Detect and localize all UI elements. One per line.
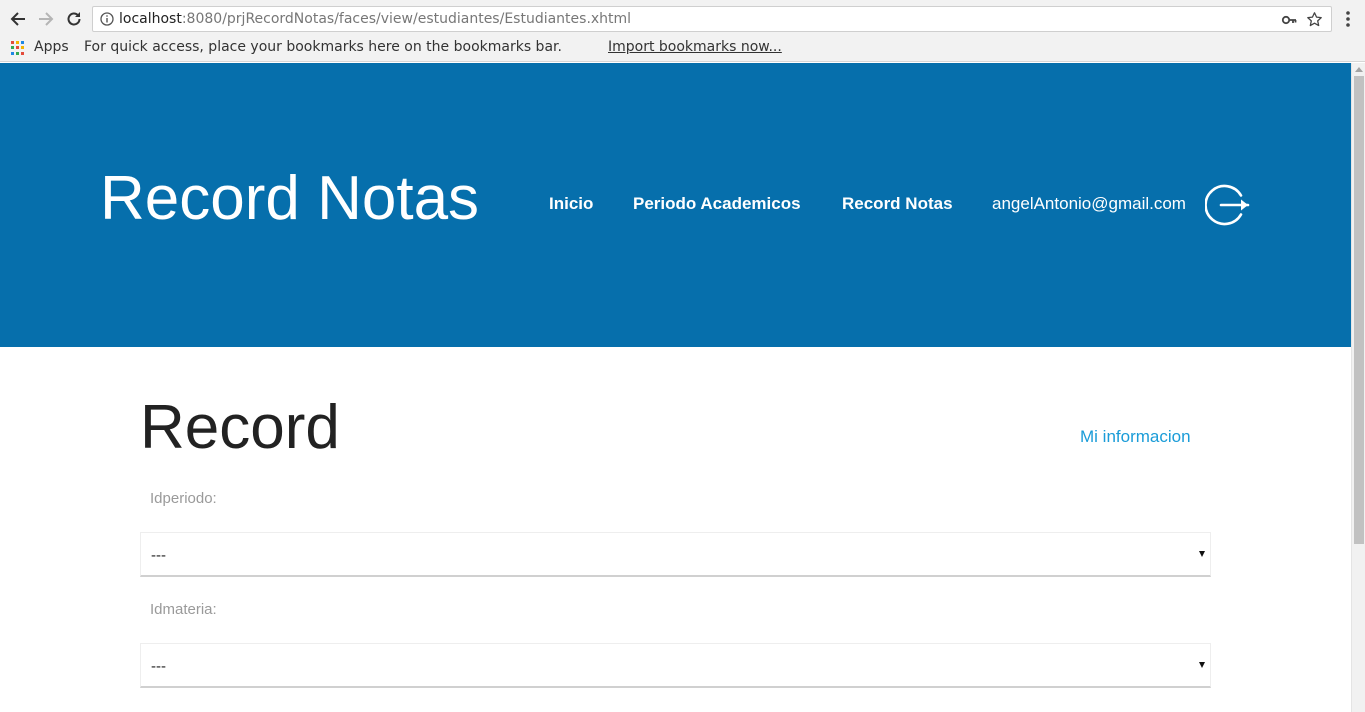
page-scrollbar[interactable] [1351, 63, 1365, 712]
back-button[interactable] [7, 8, 29, 30]
nav-link-inicio[interactable]: Inicio [549, 194, 593, 214]
scrollbar-thumb[interactable] [1354, 76, 1364, 544]
nav-link-periodo-academicos[interactable]: Periodo Academicos [633, 194, 801, 214]
info-icon[interactable] [100, 12, 114, 26]
forward-icon [39, 12, 54, 26]
logout-icon[interactable] [1205, 183, 1253, 227]
site-title[interactable]: Record Notas [100, 159, 479, 239]
reload-icon [67, 12, 81, 26]
page-title: Record [140, 393, 340, 462]
mi-informacion-link[interactable]: Mi informacion [1080, 427, 1191, 447]
idmateria-label: Idmateria: [150, 601, 217, 618]
key-icon[interactable] [1281, 12, 1297, 28]
menu-icon[interactable] [1340, 9, 1356, 29]
dropdown-caret-icon [1199, 662, 1205, 668]
page-viewport: Record Notas Inicio Periodo Academicos R… [0, 63, 1351, 712]
import-bookmarks-link[interactable]: Import bookmarks now... [608, 39, 782, 55]
url-text[interactable]: localhost:8080/prjRecordNotas/faces/view… [119, 11, 631, 27]
bookmarks-hint: For quick access, place your bookmarks h… [84, 39, 562, 55]
user-email: angelAntonio@gmail.com [992, 194, 1186, 213]
bookmarks-bar: Apps For quick access, place your bookma… [0, 37, 1365, 62]
dropdown-caret-icon [1199, 551, 1205, 557]
forward-button[interactable] [35, 8, 57, 30]
apps-grid-icon[interactable] [11, 41, 25, 55]
back-icon [10, 12, 25, 26]
reload-button[interactable] [63, 8, 85, 30]
idperiodo-selected-value: --- [151, 547, 166, 564]
scroll-up-arrow-icon[interactable] [1355, 67, 1363, 72]
idmateria-select[interactable]: --- [140, 643, 1211, 688]
star-icon[interactable] [1306, 11, 1323, 28]
address-bar[interactable]: localhost:8080/prjRecordNotas/faces/view… [92, 6, 1332, 32]
apps-shortcut[interactable]: Apps [34, 39, 69, 55]
idperiodo-select[interactable]: --- [140, 532, 1211, 577]
site-header: Record Notas Inicio Periodo Academicos R… [0, 63, 1351, 347]
url-path: :8080/prjRecordNotas/faces/view/estudian… [181, 11, 632, 27]
url-host: localhost [119, 11, 182, 27]
idmateria-selected-value: --- [151, 658, 166, 675]
idperiodo-label: Idperiodo: [150, 490, 217, 507]
nav-link-record-notas[interactable]: Record Notas [842, 194, 953, 214]
browser-toolbar: localhost:8080/prjRecordNotas/faces/view… [0, 0, 1365, 37]
